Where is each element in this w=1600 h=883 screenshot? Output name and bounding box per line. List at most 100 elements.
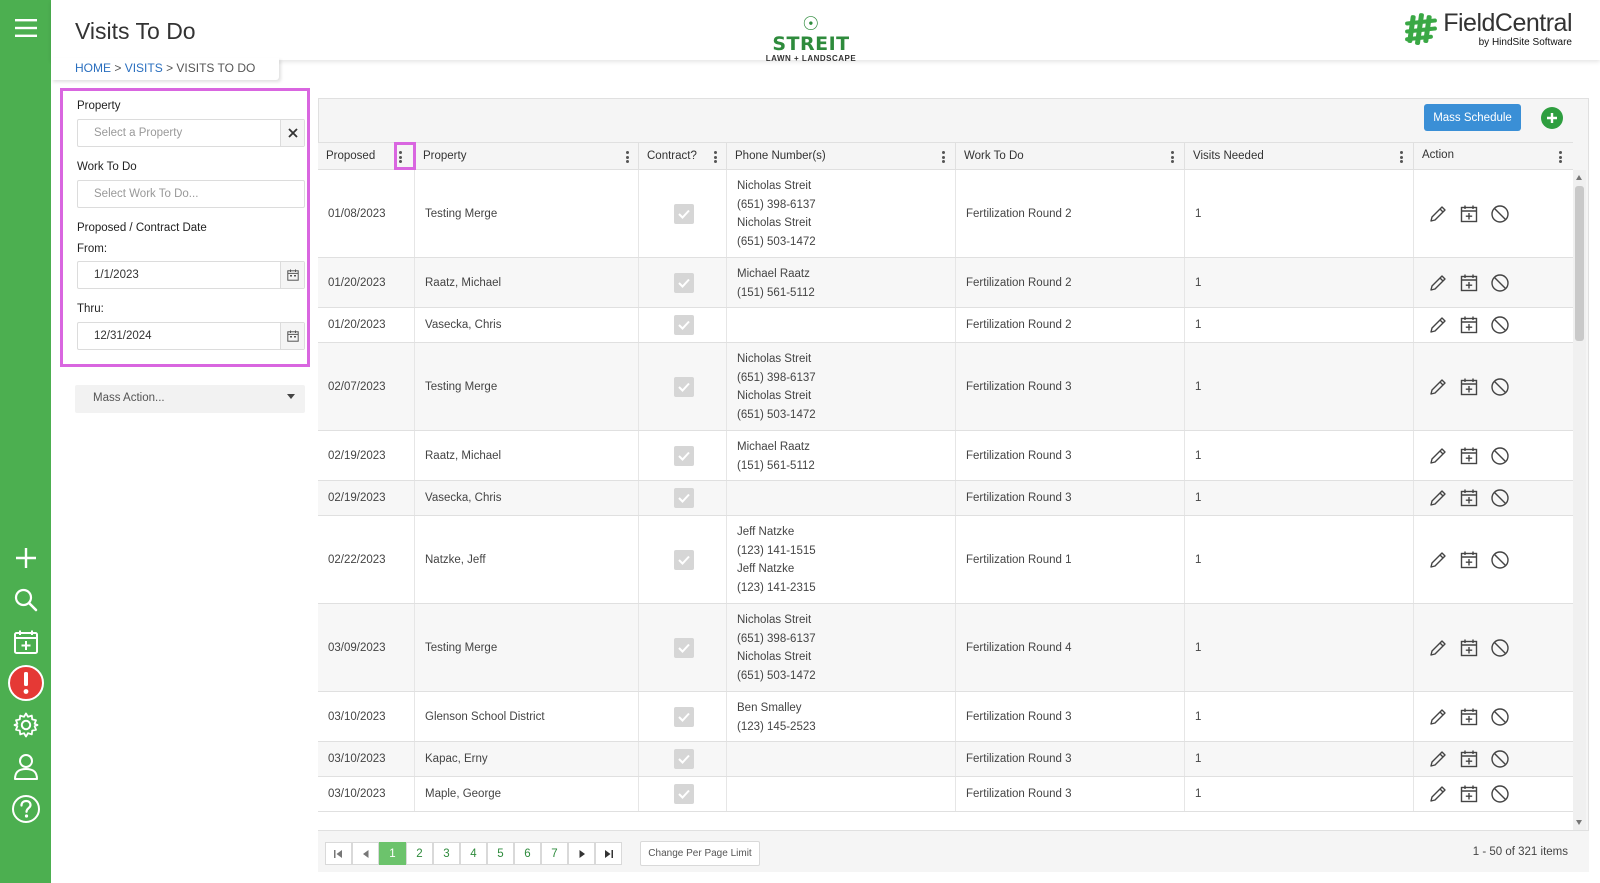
gear-icon[interactable] [0,705,51,745]
page-button-1[interactable]: 1 [379,842,406,865]
cancel-icon[interactable] [1490,446,1510,466]
breadcrumb-home[interactable]: HOME [75,61,111,75]
page-button-4[interactable]: 4 [460,842,487,865]
cancel-icon[interactable] [1490,315,1510,335]
proposed-cell: 01/08/2023 [328,207,386,220]
schedule-icon[interactable] [1459,488,1479,508]
breadcrumb-visits[interactable]: VISITS [125,61,163,75]
clear-property-icon[interactable] [280,120,304,146]
last-page-button[interactable] [595,842,622,865]
column-menu-icon[interactable] [626,151,629,163]
edit-icon[interactable] [1428,273,1448,293]
column-header-visits[interactable]: Visits Needed [1184,143,1413,171]
column-menu-icon[interactable] [1559,151,1562,163]
cancel-icon[interactable] [1490,273,1510,293]
table-row[interactable]: 03/09/2023 Testing Merge Nicholas Streit (6… [318,604,1573,692]
column-header-contract[interactable]: Contract? [638,143,726,171]
table-row[interactable]: 02/19/2023 Raatz, Michael Michael Raatz (15… [318,431,1573,481]
help-icon[interactable] [0,789,51,829]
page-button-6[interactable]: 6 [514,842,541,865]
table-row[interactable]: 02/22/2023 Natzke, Jeff Jeff Natzke (123) 1… [318,516,1573,604]
vertical-scrollbar[interactable] [1573,170,1586,830]
table-row[interactable]: 03/10/2023 Maple, George Fertilization Rou… [318,777,1573,812]
edit-icon[interactable] [1428,749,1448,769]
table-row[interactable]: 02/07/2023 Testing Merge Nicholas Streit (6… [318,343,1573,431]
schedule-icon[interactable] [1459,204,1479,224]
mass-action-dropdown[interactable]: Mass Action... [75,385,305,413]
page-button-2[interactable]: 2 [406,842,433,865]
page-button-5[interactable]: 5 [487,842,514,865]
column-menu-icon[interactable] [1171,151,1174,163]
add-visit-button[interactable] [1541,107,1563,129]
from-date-input[interactable]: 1/1/2023 [77,261,305,289]
column-menu-icon[interactable] [714,151,717,163]
schedule-icon[interactable] [1459,273,1479,293]
edit-icon[interactable] [1428,550,1448,570]
cancel-icon[interactable] [1490,550,1510,570]
column-menu-icon[interactable] [1400,151,1403,163]
cancel-icon[interactable] [1490,377,1510,397]
schedule-icon[interactable] [1459,550,1479,570]
table-row[interactable]: 03/10/2023 Kapac, Erny Fertilization Round… [318,742,1573,777]
scroll-down-icon[interactable] [1576,820,1582,825]
scroll-up-icon[interactable] [1576,175,1582,180]
menu-icon[interactable] [0,8,51,48]
schedule-icon[interactable] [1459,749,1479,769]
column-menu-icon[interactable] [399,151,402,163]
plus-icon[interactable] [0,538,51,578]
cancel-icon[interactable] [1490,749,1510,769]
contact-name: Nicholas Streit [737,651,812,663]
mass-schedule-button[interactable]: Mass Schedule [1424,104,1521,131]
cancel-icon[interactable] [1490,488,1510,508]
cancel-icon[interactable] [1490,204,1510,224]
scrollbar-thumb[interactable] [1575,186,1584,341]
work-to-do-select[interactable]: Select Work To Do... [77,180,305,208]
next-page-button[interactable] [568,842,595,865]
edit-icon[interactable] [1428,784,1448,804]
table-row[interactable]: 01/08/2023 Testing Merge Nicholas Streit (6… [318,170,1573,258]
table-row[interactable]: 01/20/2023 Vasecka, Chris Fertilization Ro… [318,308,1573,343]
prev-page-button[interactable] [352,842,379,865]
schedule-icon[interactable] [1459,315,1479,335]
table-row[interactable]: 01/20/2023 Raatz, Michael Michael Raatz (15… [318,258,1573,308]
edit-icon[interactable] [1428,446,1448,466]
first-page-button[interactable] [325,842,352,865]
edit-icon[interactable] [1428,315,1448,335]
phone-cell [726,481,955,515]
table-row[interactable]: 02/19/2023 Vasecka, Chris Fertilization Ro… [318,481,1573,516]
schedule-icon[interactable] [1459,707,1479,727]
calendar-icon[interactable] [280,262,304,288]
contract-cell [638,516,726,603]
schedule-icon[interactable] [1459,446,1479,466]
column-header-phone[interactable]: Phone Number(s) [726,143,955,171]
column-header-property[interactable]: Property [414,143,638,171]
calendar-icon[interactable] [280,323,304,349]
edit-icon[interactable] [1428,204,1448,224]
edit-icon[interactable] [1428,707,1448,727]
page-button-3[interactable]: 3 [433,842,460,865]
contract-cell [638,308,726,342]
schedule-icon[interactable] [1459,784,1479,804]
work-cell: Fertilization Round 3 [955,742,1184,776]
column-header-proposed[interactable]: Proposed [318,143,414,171]
property-select[interactable]: Select a Property [77,119,305,147]
alert-icon[interactable] [0,663,51,703]
calendar-add-icon[interactable] [0,622,51,662]
thru-date-input[interactable]: 12/31/2024 [77,322,305,350]
schedule-icon[interactable] [1459,377,1479,397]
page-button-7[interactable]: 7 [541,842,568,865]
caret-down-icon [287,394,295,399]
cancel-icon[interactable] [1490,784,1510,804]
change-per-page-button[interactable]: Change Per Page Limit [640,841,760,866]
column-header-work[interactable]: Work To Do [955,143,1184,171]
user-icon[interactable] [0,747,51,787]
edit-icon[interactable] [1428,638,1448,658]
edit-icon[interactable] [1428,377,1448,397]
cancel-icon[interactable] [1490,638,1510,658]
schedule-icon[interactable] [1459,638,1479,658]
table-row[interactable]: 03/10/2023 Glenson School District Ben Sma… [318,692,1573,742]
edit-icon[interactable] [1428,488,1448,508]
column-menu-icon[interactable] [942,151,945,163]
search-icon[interactable] [0,580,51,620]
cancel-icon[interactable] [1490,707,1510,727]
